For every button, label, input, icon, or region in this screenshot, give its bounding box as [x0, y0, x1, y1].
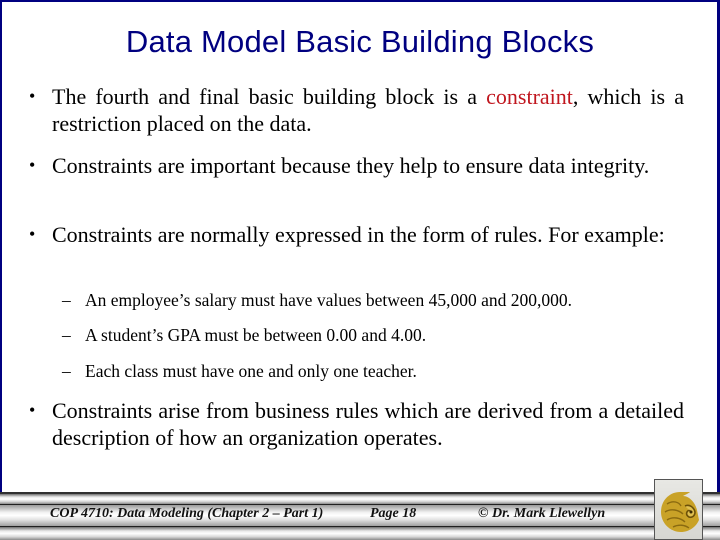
pegasus-logo-icon	[661, 492, 699, 532]
bullet-item: • The fourth and final basic building bl…	[29, 83, 684, 137]
example-text: A student’s GPA must be between 0.00 and…	[85, 325, 427, 345]
bullet-item: • Constraints are normally expressed in …	[29, 221, 684, 248]
example-item: – Each class must have one and only one …	[62, 360, 685, 382]
bullet-item: • Constraints are important because they…	[29, 152, 684, 179]
example-item: – An employee’s salary must have values …	[62, 289, 685, 311]
example-text: An employee’s salary must have values be…	[85, 290, 572, 310]
bullet-text: Constraints arise from business rules wh…	[52, 398, 684, 450]
slide: Data Model Basic Building Blocks • The f…	[0, 0, 720, 540]
bullet-text: Constraints are important because they h…	[52, 153, 650, 178]
example-text: Each class must have one and only one te…	[85, 361, 417, 381]
highlight-term: constraint	[486, 84, 573, 109]
bullet-icon: •	[29, 224, 36, 244]
dash-icon: –	[62, 325, 71, 345]
slide-title: Data Model Basic Building Blocks	[125, 24, 595, 59]
footer-band-bottom	[0, 527, 720, 540]
bullet-icon: •	[29, 400, 36, 420]
bullet-item: • Constraints arise from business rules …	[29, 397, 684, 451]
footer-page-number: Page 18	[370, 506, 417, 521]
footer-course: COP 4710: Data Modeling (Chapter 2 – Par…	[50, 506, 324, 521]
footer-author: © Dr. Mark Llewellyn	[478, 506, 606, 521]
example-item: – A student’s GPA must be between 0.00 a…	[62, 324, 685, 346]
bullet-text: Constraints are normally expressed in th…	[52, 222, 665, 247]
bullet-text: The fourth and final basic building bloc…	[52, 84, 487, 109]
dash-icon: –	[62, 290, 71, 310]
dash-icon: –	[62, 361, 71, 381]
bullet-icon: •	[29, 86, 36, 106]
footer-band-top	[0, 492, 720, 504]
bullet-icon: •	[29, 155, 36, 175]
footer: COP 4710: Data Modeling (Chapter 2 – Par…	[0, 492, 720, 540]
logo-box	[654, 479, 703, 540]
